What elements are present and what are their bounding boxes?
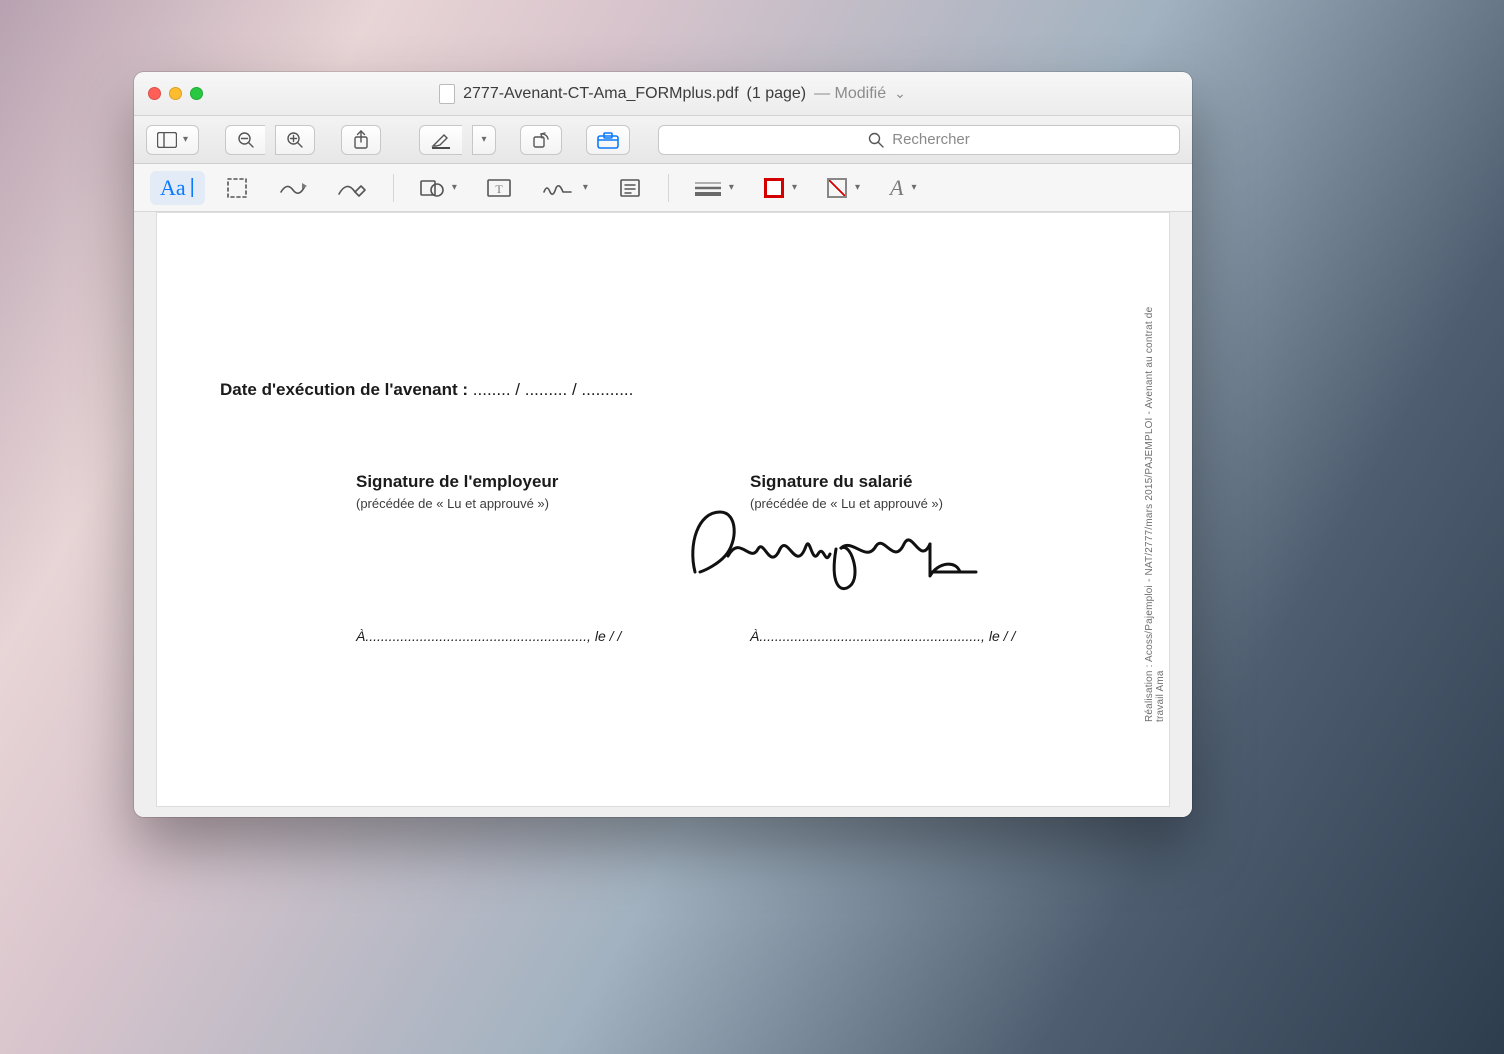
main-toolbar: ▾ ▾ (134, 116, 1192, 164)
fill-color-swatch (827, 178, 847, 198)
employee-signature-title: Signature du salarié (750, 472, 943, 492)
markup-toolbox-icon (597, 131, 619, 149)
highlight-button[interactable] (419, 125, 462, 155)
chevron-down-icon: ▾ (583, 182, 588, 193)
sidebar-credit-text: Réalisation : Acoss/Pajemploi - NAT/2777… (1144, 282, 1160, 722)
share-icon (353, 130, 369, 150)
zoom-out-icon (237, 131, 255, 149)
highlighter-icon (430, 131, 452, 149)
close-window-button[interactable] (148, 87, 161, 100)
pdf-page[interactable]: Réalisation : Acoss/Pajemploi - NAT/2777… (156, 212, 1170, 807)
search-placeholder: Rechercher (892, 131, 970, 148)
employer-signature-title: Signature de l'employeur (356, 472, 558, 492)
search-field[interactable]: Rechercher (658, 125, 1180, 155)
preview-window: 2777-Avenant-CT-Ama_FORMplus.pdf (1 page… (134, 72, 1192, 817)
note-icon (619, 178, 641, 198)
minimize-window-button[interactable] (169, 87, 182, 100)
rotate-icon (531, 131, 551, 149)
sidebar-toggle-button[interactable]: ▾ (146, 125, 199, 155)
title-pages: (1 page) (747, 85, 807, 103)
title-modified: — Modifié (814, 85, 886, 103)
date-label-bold: Date d'exécution de l'avenant : (220, 380, 468, 399)
handwritten-signature[interactable] (680, 494, 990, 604)
chevron-down-icon: ▾ (911, 182, 916, 193)
highlight-menu-button[interactable]: ▾ (472, 125, 496, 155)
draw-icon (337, 178, 367, 198)
selection-icon (226, 177, 248, 199)
text-tool-button[interactable]: Aa| (150, 171, 205, 205)
chevron-down-icon: ⌄ (894, 85, 906, 102)
markup-toggle-button[interactable] (586, 125, 630, 155)
border-color-button[interactable]: ▾ (754, 171, 807, 205)
share-button[interactable] (341, 125, 381, 155)
markup-toolbar: Aa| ▾ T (134, 164, 1192, 212)
line-weight-icon (695, 180, 721, 196)
document-icon (439, 84, 455, 104)
document-area[interactable]: Réalisation : Acoss/Pajemploi - NAT/2777… (134, 212, 1192, 817)
shapes-icon (420, 178, 444, 198)
sketch-tool-button[interactable] (269, 171, 317, 205)
textbox-tool-button[interactable]: T (477, 171, 521, 205)
chevron-down-icon: ▾ (792, 182, 797, 193)
zoom-window-button[interactable] (190, 87, 203, 100)
employer-signature-subtitle: (précédée de « Lu et approuvé ») (356, 496, 558, 511)
textbox-icon: T (487, 178, 511, 198)
font-icon: A (890, 175, 903, 201)
chevron-down-icon: ▾ (482, 134, 487, 145)
zoom-in-icon (286, 131, 304, 149)
svg-text:T: T (495, 182, 503, 196)
zoom-in-button[interactable] (275, 125, 315, 155)
shapes-button[interactable]: ▾ (410, 171, 467, 205)
sketch-icon (279, 178, 307, 198)
rotate-button[interactable] (520, 125, 562, 155)
title-filename: 2777-Avenant-CT-Ama_FORMplus.pdf (463, 85, 738, 103)
divider (668, 174, 669, 202)
employer-place-date-line: À.......................................… (356, 628, 621, 644)
signature-icon (541, 178, 575, 198)
chevron-down-icon: ▾ (855, 182, 860, 193)
zoom-out-button[interactable] (225, 125, 265, 155)
search-icon (868, 132, 884, 148)
border-color-swatch (764, 178, 784, 198)
traffic-lights (148, 87, 203, 100)
window-title[interactable]: 2777-Avenant-CT-Ama_FORMplus.pdf (1 page… (223, 84, 1122, 104)
chevron-down-icon: ▾ (183, 134, 188, 145)
text-cursor-icon: | (190, 176, 195, 199)
chevron-down-icon: ▾ (729, 182, 734, 193)
text-tool-icon: Aa (160, 175, 186, 201)
selection-tool-button[interactable] (215, 171, 259, 205)
note-tool-button[interactable] (608, 171, 652, 205)
sign-tool-button[interactable]: ▾ (531, 171, 598, 205)
titlebar: 2777-Avenant-CT-Ama_FORMplus.pdf (1 page… (134, 72, 1192, 116)
employee-place-date-line: À.......................................… (750, 628, 1015, 644)
font-style-button[interactable]: A ▾ (880, 171, 926, 205)
line-style-button[interactable]: ▾ (685, 171, 744, 205)
sidebar-icon (157, 132, 177, 148)
fill-color-button[interactable]: ▾ (817, 171, 870, 205)
divider (393, 174, 394, 202)
date-execution-label: Date d'exécution de l'avenant : ........… (220, 380, 633, 400)
employer-signature-block: Signature de l'employeur (précédée de « … (356, 472, 558, 511)
date-dots: ........ / ......... / ........... (468, 380, 633, 399)
chevron-down-icon: ▾ (452, 182, 457, 193)
draw-tool-button[interactable] (327, 171, 377, 205)
